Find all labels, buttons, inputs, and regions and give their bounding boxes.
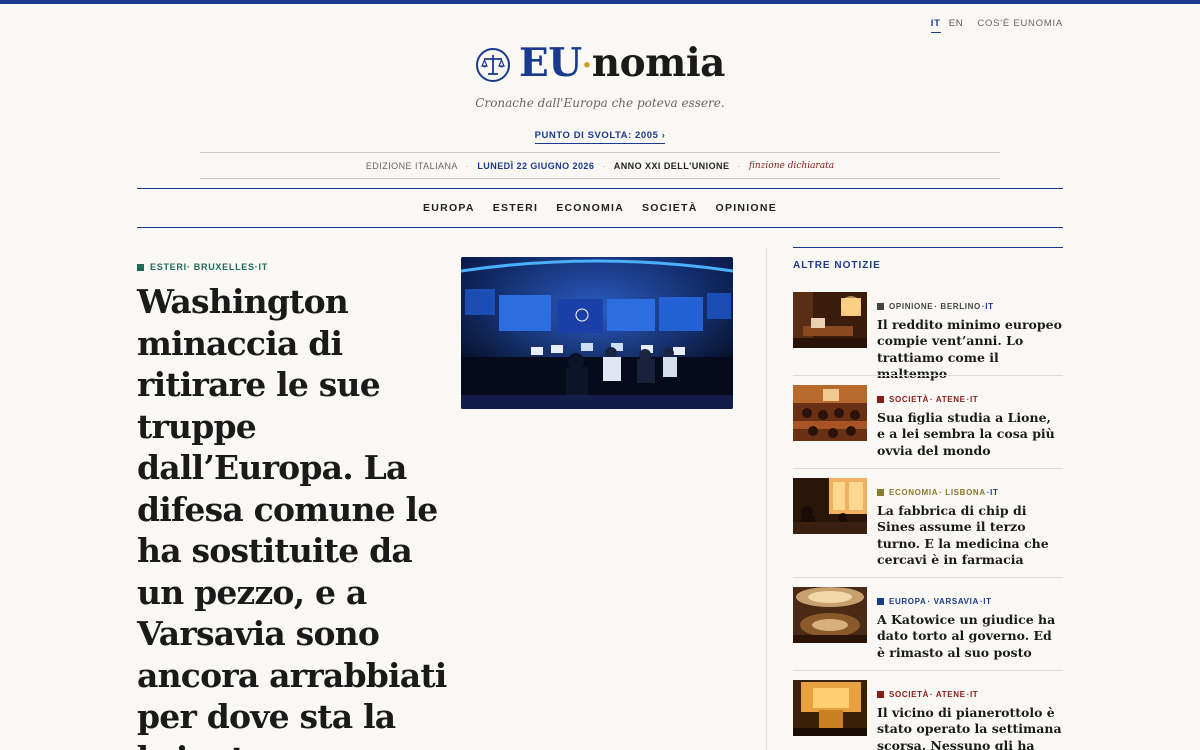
story-divider <box>793 468 1063 469</box>
story-text: SOCIETÀ · ATENE ·IT Sua figlia studia a Li… <box>877 385 1063 459</box>
story-meta: OPINIONE · BERLINO ·IT <box>877 302 1063 311</box>
category-square-icon <box>877 303 884 310</box>
turning-point-link-wrap: PUNTO DI SVOLTA: 2005 › <box>0 125 1200 144</box>
turning-point-link[interactable]: PUNTO DI SVOLTA: 2005 › <box>534 130 666 144</box>
edition-separator: · <box>602 160 606 171</box>
story-text: ECONOMIA · LISBONA ·IT La fabbrica di chip… <box>877 478 1063 568</box>
edition-bar: EDIZIONE ITALIANA · LUNEDÌ 22 GIUGNO 202… <box>200 152 1000 179</box>
sidebar-story[interactable]: EUROPA · VARSAVIA ·IT A Katowice un giudic… <box>793 587 1063 661</box>
story-title: La fabbrica di chip di Sines assume il t… <box>877 503 1049 567</box>
control-room-image <box>461 257 733 409</box>
story-title: Il reddito minimo europeo compie vent’an… <box>877 317 1062 381</box>
story-title: Sua figlia studia a Lione, e a lei sembr… <box>877 410 1055 458</box>
language-switcher: IT EN COS'È EUNOMIA <box>930 18 1063 33</box>
edition-separator: · <box>465 160 470 171</box>
story-title: Il vicino di pianerottolo è stato operat… <box>877 705 1062 750</box>
story-text: SOCIETÀ · ATENE ·IT Il vicino di pianerott… <box>877 680 1063 750</box>
nav-item-economia[interactable]: ECONOMIA <box>556 202 624 214</box>
sidebar-story[interactable]: SOCIETÀ · ATENE ·IT Sua figlia studia a Li… <box>793 385 1063 459</box>
edition-separator: · <box>737 160 741 171</box>
sidebar-heading: ALTRE NOTIZIE <box>793 247 1063 271</box>
story-thumbnail <box>793 478 867 534</box>
story-text: EUROPA · VARSAVIA ·IT A Katowice un giudic… <box>877 587 1063 661</box>
nav-item-societa[interactable]: SOCIETÀ <box>642 202 698 214</box>
story-divider <box>793 577 1063 578</box>
category-square-icon <box>137 263 144 271</box>
lang-it-link[interactable]: IT <box>930 18 941 33</box>
logo-wordmark: EU·nomia <box>519 40 725 86</box>
column-divider <box>766 248 767 750</box>
lead-category: ESTERI· BRUXELLES·IT <box>137 262 268 272</box>
lang-en-link[interactable]: EN <box>949 18 964 33</box>
nav-item-esteri[interactable]: ESTERI <box>493 202 538 214</box>
sidebar-story[interactable]: OPINIONE · BERLINO ·IT Il reddito minimo e… <box>793 292 1063 382</box>
story-title: A Katowice un giudice ha dato torto al g… <box>877 612 1056 660</box>
top-accent-bar <box>0 0 1200 4</box>
category-square-icon <box>877 396 884 403</box>
main-nav: EUROPA ESTERI ECONOMIA SOCIETÀ OPINIONE <box>137 188 1063 228</box>
story-meta: ECONOMIA · LISBONA ·IT <box>877 488 1063 497</box>
story-thumbnail <box>793 385 867 441</box>
sidebar-story[interactable]: SOCIETÀ · ATENE ·IT Il vicino di pianerott… <box>793 680 1063 750</box>
category-square-icon <box>877 489 884 496</box>
nav-item-europa[interactable]: EUROPA <box>423 202 475 214</box>
category-square-icon <box>877 598 884 605</box>
story-meta: SOCIETÀ · ATENE ·IT <box>877 395 1063 404</box>
site-tagline: Cronache dall'Europa che poteva essere. <box>475 96 725 110</box>
story-divider <box>793 670 1063 671</box>
fiction-note: finzione dichiarata <box>748 160 835 171</box>
lead-headline[interactable]: Washington minaccia di ritirare le sue t… <box>137 281 447 750</box>
story-thumbnail <box>793 292 867 348</box>
story-meta: SOCIETÀ · ATENE ·IT <box>877 690 1063 699</box>
lead-cat-label: ESTERI· BRUXELLES·IT <box>150 262 268 272</box>
site-logo[interactable]: EU·nomia <box>0 40 1200 89</box>
edition-date: LUNEDÌ 22 GIUGNO 2026 <box>477 160 595 171</box>
scales-icon <box>476 47 511 82</box>
category-square-icon <box>877 691 884 698</box>
story-text: OPINIONE · BERLINO ·IT Il reddito minimo e… <box>877 292 1063 382</box>
about-link[interactable]: COS'È EUNOMIA <box>977 18 1063 33</box>
sidebar-story[interactable]: ECONOMIA · LISBONA ·IT La fabbrica di chip… <box>793 478 1063 568</box>
nav-item-opinione[interactable]: OPINIONE <box>716 202 777 214</box>
edition-name: EDIZIONE ITALIANA <box>365 160 458 171</box>
story-thumbnail <box>793 680 867 736</box>
edition-year: ANNO XXI DELL'UNIONE <box>613 160 730 171</box>
story-meta: EUROPA · VARSAVIA ·IT <box>877 597 1063 606</box>
story-divider <box>793 375 1063 376</box>
lead-image[interactable] <box>461 257 733 409</box>
story-thumbnail <box>793 587 867 643</box>
